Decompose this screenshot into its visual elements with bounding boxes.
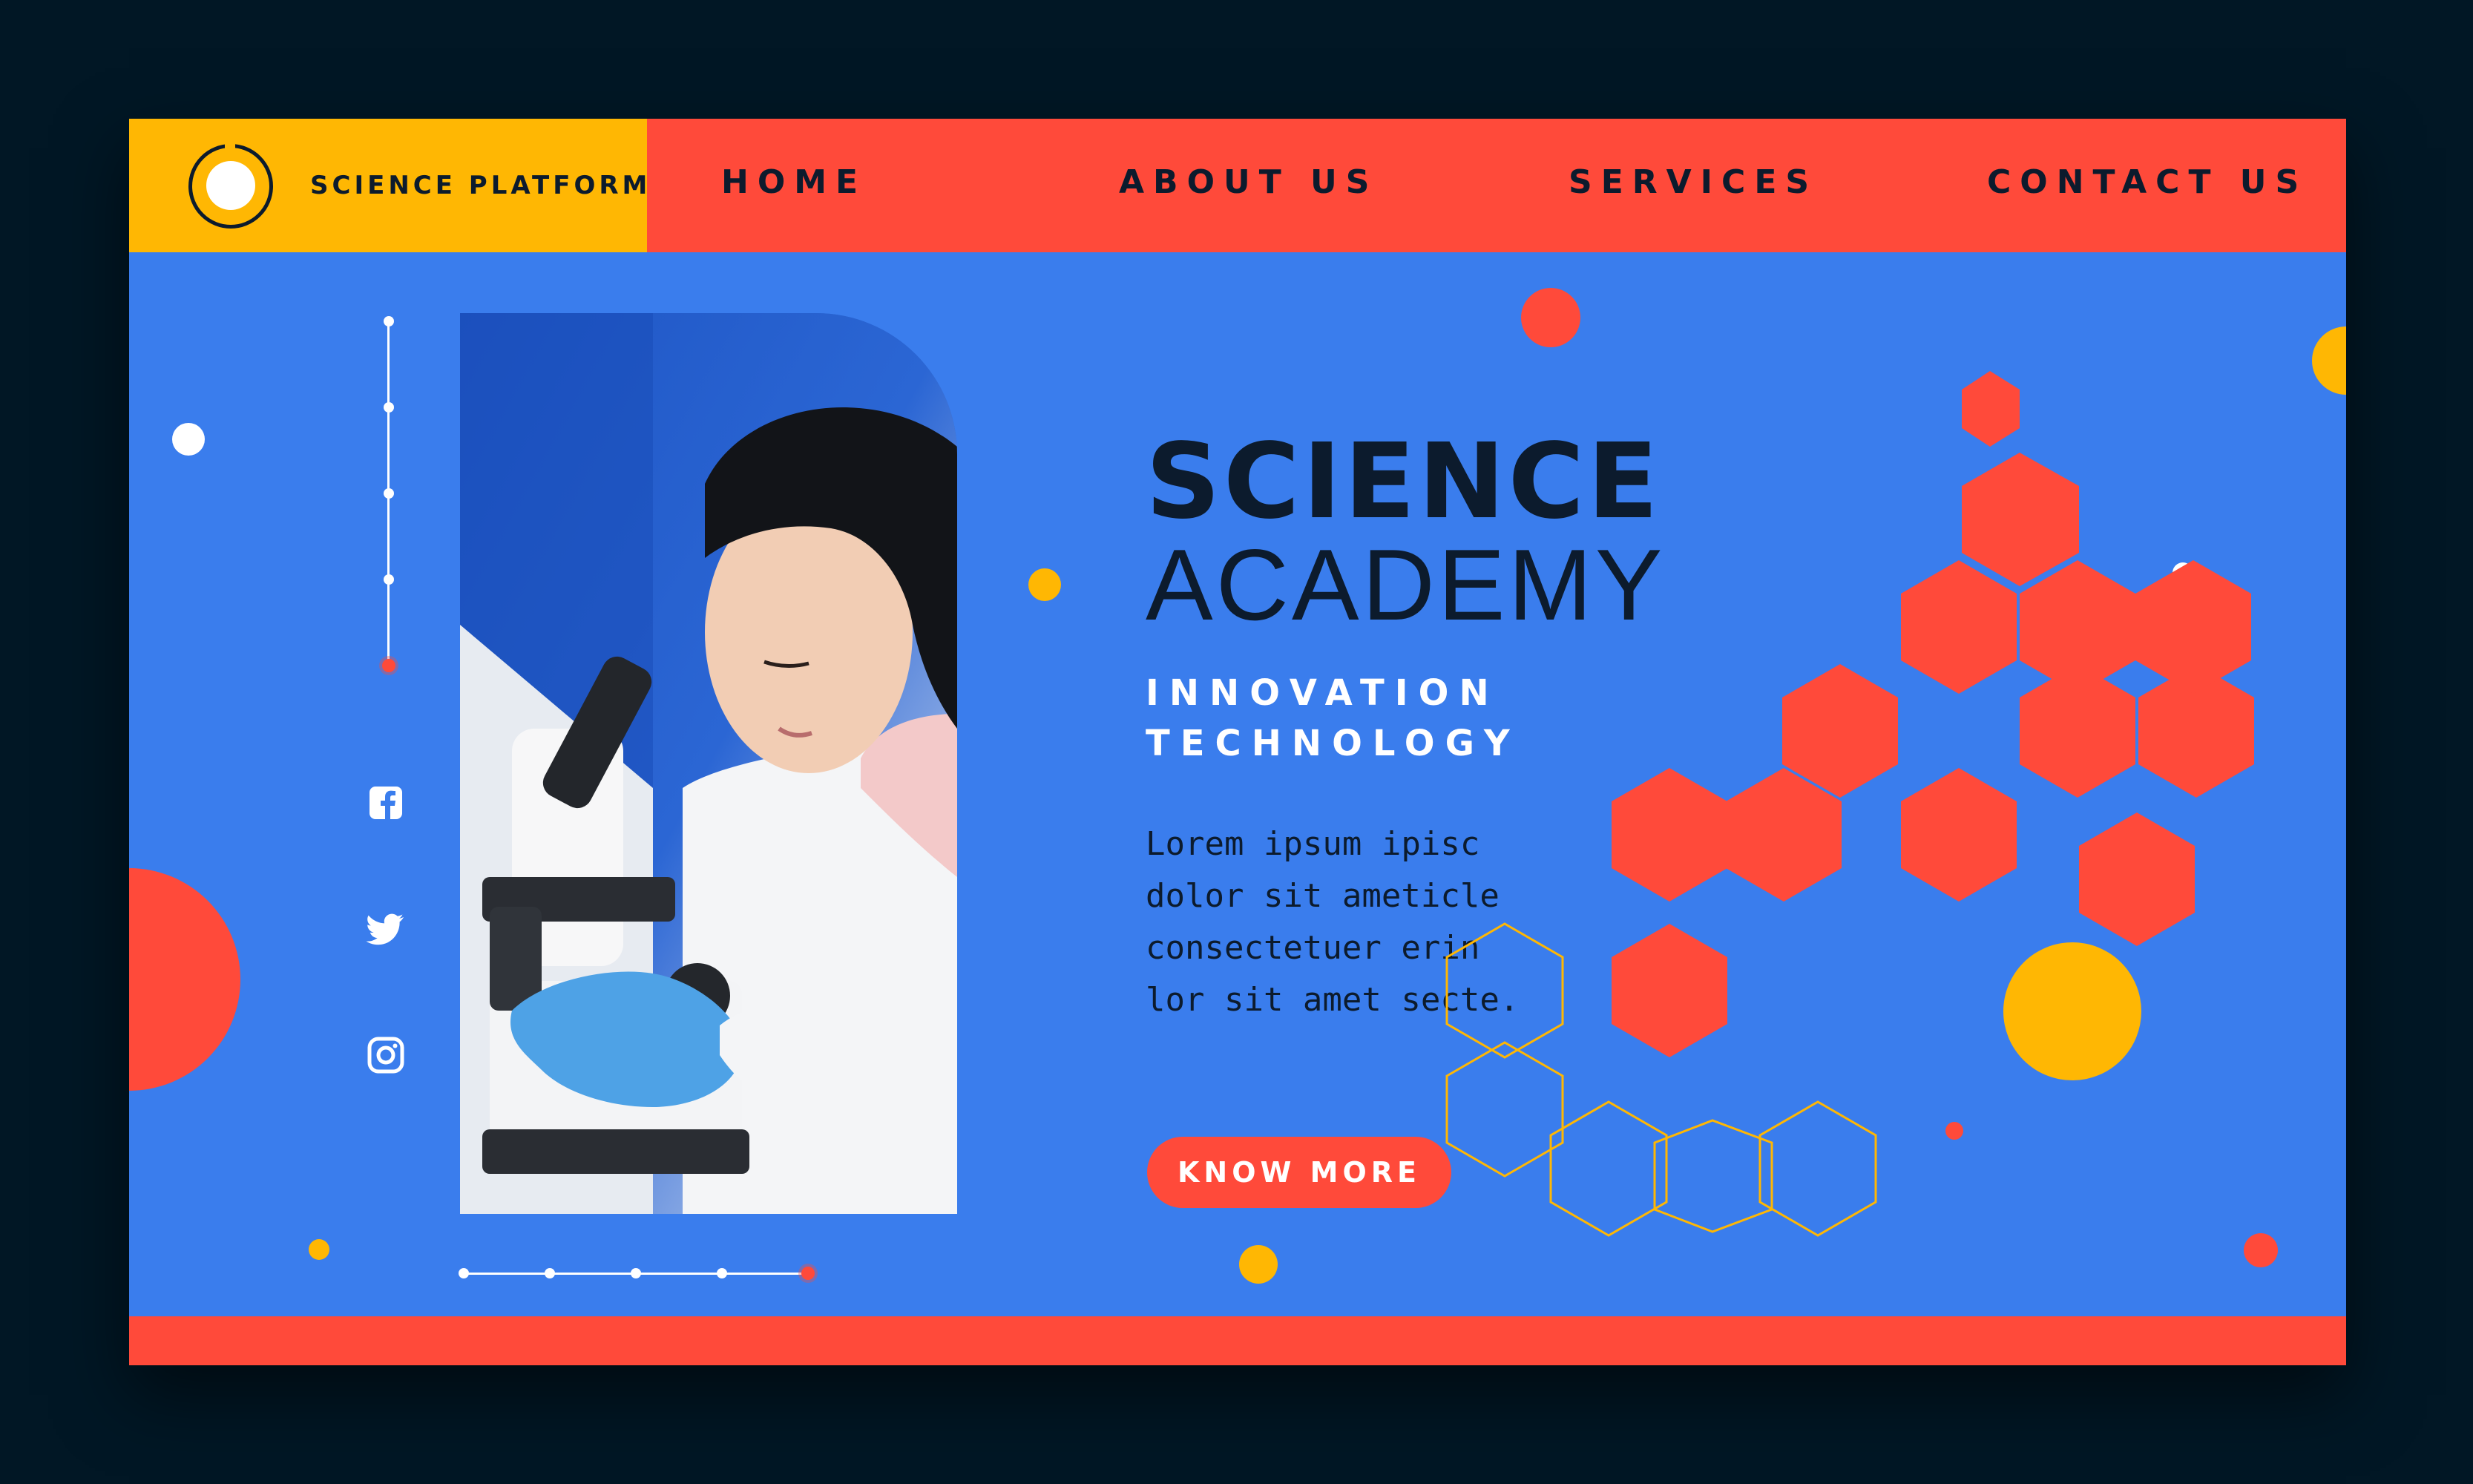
footer-band (129, 1316, 2346, 1365)
hexagon-pattern (1445, 371, 2254, 1237)
landing-page: SCIENCE PLATFORM HOME ABOUT US SERVICES … (129, 119, 2346, 1365)
